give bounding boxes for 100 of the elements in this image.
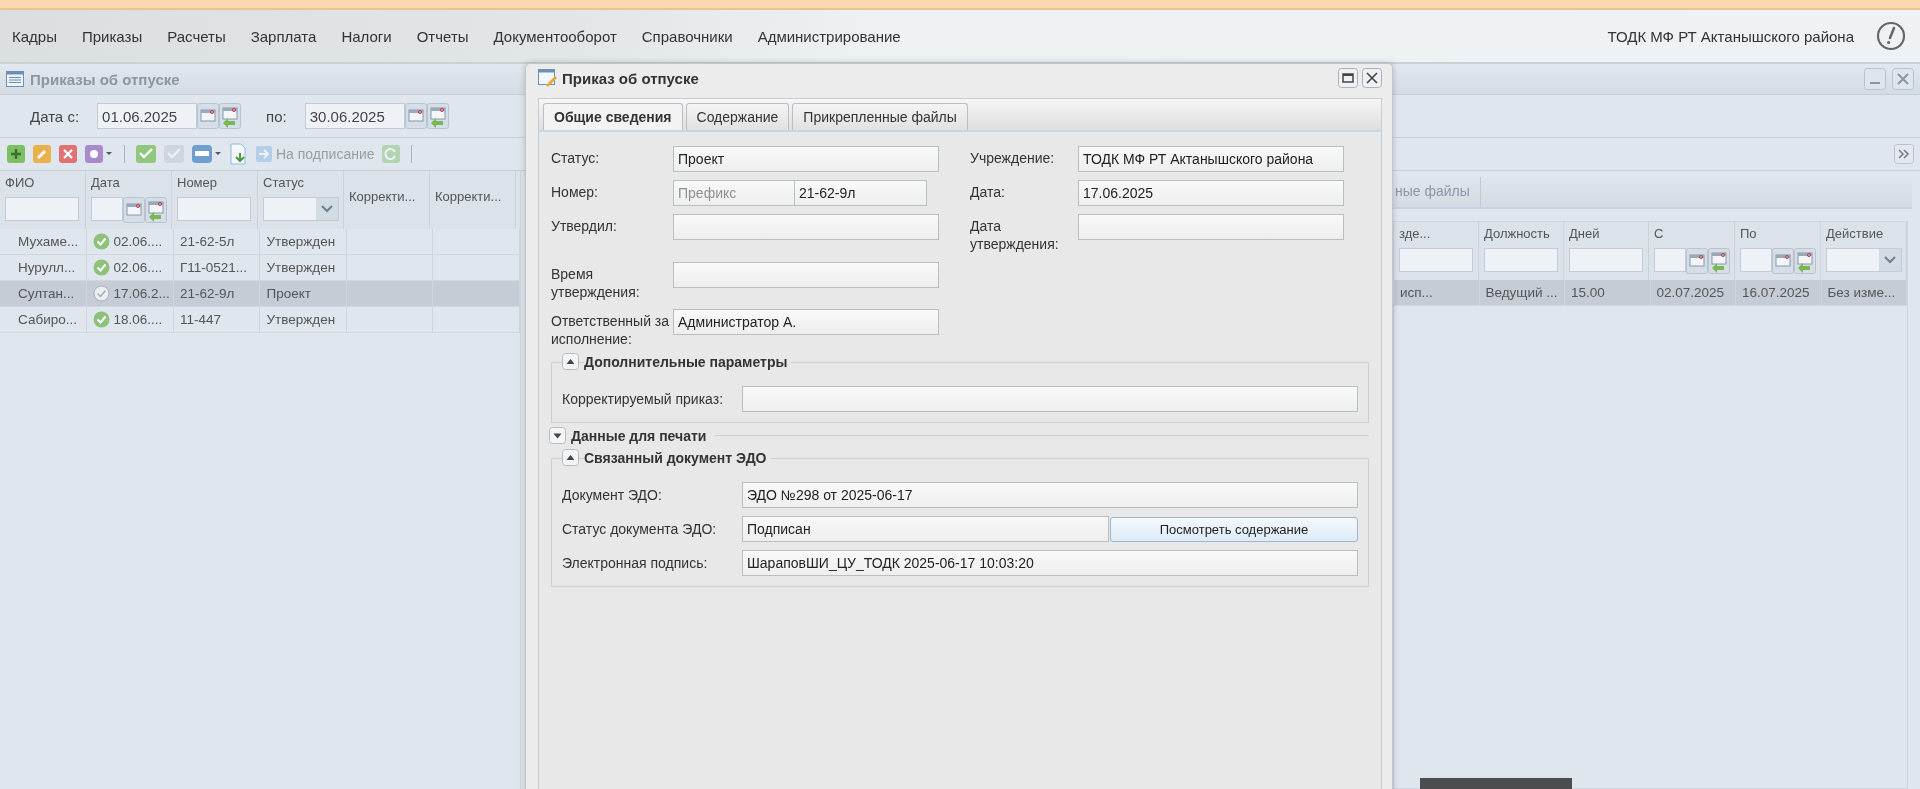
column-title: Корректи... [349, 189, 417, 205]
edit-button[interactable] [32, 144, 52, 164]
table-row[interactable]: исп... Ведущий ... 15.00 02.07.2025 16.07.2025 Без изме... [1394, 280, 1907, 306]
alert-icon[interactable] [1876, 21, 1906, 51]
date-to-field[interactable]: 30.06.2025 [304, 103, 405, 129]
expand-panel-icon[interactable] [1894, 144, 1914, 164]
field-label: Статус документа ЭДО: [562, 521, 718, 537]
table-cell: 21-62-9л [179, 286, 235, 301]
minimize-button[interactable] [1864, 68, 1886, 90]
calendar-icon[interactable] [1772, 248, 1794, 274]
column-title: Должность [1484, 226, 1551, 242]
date-filter-field[interactable] [1740, 248, 1772, 272]
settings-button[interactable] [84, 144, 114, 164]
text-field[interactable]: ТОДК МФ РТ Актанышского района [1078, 146, 1344, 172]
date-filter-field[interactable] [91, 197, 123, 221]
number-field[interactable]: 21-62-9л [794, 180, 927, 206]
view-content-button[interactable]: Посмотреть содержание [1110, 516, 1358, 542]
prefix-field[interactable]: Префикс [673, 180, 794, 206]
column-title: Дней [1569, 226, 1601, 242]
menu-item[interactable]: Кадры [12, 27, 57, 45]
date-from-field[interactable]: 01.06.2025 [97, 103, 198, 129]
filter-field[interactable] [1569, 248, 1643, 272]
text-field[interactable]: Проект [673, 146, 939, 172]
calendar-reset-icon[interactable] [1708, 248, 1730, 274]
menu-item[interactable]: Приказы [81, 27, 143, 45]
column-header[interactable]: По [1735, 222, 1821, 280]
field-label: Дата: [970, 183, 1006, 201]
add-button[interactable] [6, 144, 26, 164]
text-field[interactable]: 17.06.2025 [1078, 180, 1344, 206]
filter-field[interactable] [177, 197, 251, 221]
text-field[interactable]: ШараповШИ_ЦУ_ТОДК 2025-06-17 10:03:20 [742, 550, 1358, 576]
collapse-icon[interactable] [562, 353, 579, 370]
menu-item[interactable]: Администрирование [757, 27, 901, 45]
column-header[interactable]: Дней [1564, 222, 1649, 280]
calendar-icon[interactable] [1686, 248, 1708, 274]
table-cell: Утвержден [266, 312, 336, 327]
column-header[interactable]: Действие [1821, 222, 1907, 280]
calendar-icon[interactable] [123, 197, 145, 223]
field-label: Дата утверждения: [970, 217, 1060, 253]
calendar-reset-icon[interactable] [1794, 248, 1816, 274]
column-title: Дата [91, 175, 121, 191]
table-cell: исп... [1400, 285, 1433, 300]
text-field[interactable] [673, 262, 939, 288]
print-button[interactable] [191, 144, 223, 164]
delete-button[interactable] [58, 144, 78, 164]
calendar-icon[interactable] [197, 103, 220, 129]
column-header[interactable]: С [1649, 222, 1735, 280]
column-header[interactable]: зде... [1394, 222, 1479, 280]
tab[interactable]: Содержание [685, 103, 790, 130]
menu-item[interactable]: Справочники [641, 27, 733, 45]
export-button[interactable] [229, 143, 249, 165]
table-row[interactable]: Султан... 17.06.2... 21-62-9л Проект [0, 281, 520, 307]
close-button[interactable] [1362, 68, 1382, 88]
text-field[interactable] [1078, 214, 1344, 240]
date-filter-field[interactable] [1654, 248, 1686, 272]
calendar-reset-icon[interactable] [219, 103, 242, 129]
column-header[interactable]: Дата [86, 171, 172, 229]
menu-item[interactable]: Налоги [341, 27, 392, 45]
column-header[interactable]: Должность [1479, 222, 1564, 280]
text-field[interactable] [673, 214, 939, 240]
tab[interactable]: Прикрепленные файлы [792, 103, 968, 130]
table-cell: 16.07.2025 [1742, 285, 1810, 300]
table-cell: Ведущий ... [1485, 285, 1558, 300]
column-header[interactable]: Статус [258, 171, 344, 229]
table-cell: Султан... [18, 286, 75, 301]
calendar-icon[interactable] [404, 103, 427, 129]
collapse-icon[interactable] [562, 449, 579, 466]
expand-icon[interactable] [549, 427, 566, 444]
menu-item[interactable]: Отчеты [416, 27, 469, 45]
table-row[interactable]: Сабиро... 18.06.... 11-447 Утвержден [0, 307, 520, 333]
menu-item[interactable]: Зарплата [250, 27, 317, 45]
calendar-reset-icon[interactable] [145, 197, 167, 223]
table-row[interactable]: Мухаме... 02.06.... 21-62-5л Утвержден [0, 229, 520, 255]
text-field[interactable]: ЭДО №298 от 2025-06-17 [742, 482, 1358, 508]
approve-button[interactable] [135, 144, 157, 164]
filter-dropdown[interactable] [1826, 248, 1902, 272]
filter-field[interactable] [1399, 248, 1473, 272]
arrow-right-icon [255, 145, 273, 163]
filter-dropdown[interactable] [263, 197, 339, 221]
field-label: Статус: [551, 149, 601, 167]
field-label: Время утверждения: [551, 265, 641, 301]
maximize-button[interactable] [1338, 68, 1358, 88]
text-field[interactable]: Администратор А. [673, 309, 939, 335]
menu-item[interactable]: Документооборот [493, 27, 617, 45]
table-cell: Без изме... [1827, 285, 1896, 300]
column-header[interactable]: Номер [172, 171, 258, 229]
text-field[interactable] [742, 386, 1358, 412]
menu-item[interactable]: Расчеты [167, 27, 226, 45]
filter-field[interactable] [5, 197, 79, 221]
calendar-reset-icon[interactable] [426, 103, 449, 129]
table-cell: 17.06.2... [113, 286, 170, 301]
table-cell: 11-447 [179, 312, 221, 327]
text-field[interactable]: Подписан [742, 516, 1109, 542]
chevron-down-icon [321, 205, 333, 213]
table-row[interactable]: Нурулл... 02.06.... Г11-0521... Утвержден [0, 255, 520, 281]
table-cell: 02.06.... [113, 234, 163, 249]
filter-field[interactable] [1484, 248, 1558, 272]
tab[interactable]: Общие сведения [543, 103, 683, 130]
column-header[interactable]: ФИО [0, 171, 86, 229]
window-title: Приказы об отпуске [30, 70, 180, 88]
